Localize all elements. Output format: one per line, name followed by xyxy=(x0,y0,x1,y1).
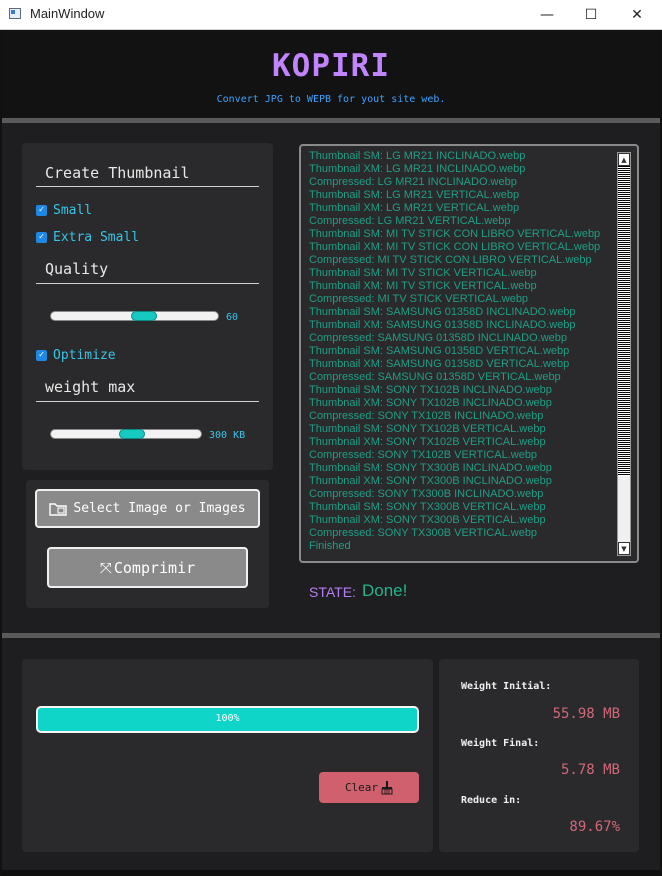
compress-icon: ⤧ xyxy=(99,558,112,577)
app-subtitle: Convert JPG to WEPB for yout site web. xyxy=(216,94,446,105)
weight-divider xyxy=(36,401,259,402)
weight-slider-handle[interactable] xyxy=(119,429,145,439)
minimize-icon: — xyxy=(540,6,554,23)
settings-panel xyxy=(22,143,273,470)
reduce-value: 89.67% xyxy=(569,819,620,835)
log-entry[interactable]: Compressed: SAMSUNG 01358D INCLINADO.web… xyxy=(309,332,609,345)
minimize-button[interactable]: — xyxy=(524,0,570,29)
log-entry[interactable]: Thumbnail SM: SONY TX300B VERTICAL.webp xyxy=(309,501,609,514)
weight-value: 300 KB xyxy=(209,430,246,441)
log-entry[interactable]: Thumbnail XM: SONY TX102B VERTICAL.webp xyxy=(309,436,609,449)
quality-slider-handle[interactable] xyxy=(131,311,157,321)
checkmark-icon: ✓ xyxy=(36,350,47,361)
weight-initial-value: 55.98 MB xyxy=(552,706,620,722)
log-scrollbar[interactable]: ▲ ▼ xyxy=(617,152,631,556)
log-list-box[interactable]: Thumbnail SM: LG MR21 INCLINADO.webp Thum… xyxy=(299,144,639,563)
clear-button[interactable]: Clear xyxy=(319,772,419,803)
broom-icon xyxy=(381,780,393,794)
log-entry[interactable]: Compressed: SONY TX300B INCLINADO.webp xyxy=(309,488,609,501)
log-entry[interactable]: Thumbnail SM: MI TV STICK VERTICAL.webp xyxy=(309,267,609,280)
compress-button[interactable]: ⤧ Comprimir xyxy=(47,547,248,588)
weight-final-label: Weight Final: xyxy=(461,738,540,749)
optimize-checkbox-label: Optimize xyxy=(53,348,116,363)
thumbnail-section-title: Create Thumbnail xyxy=(45,164,190,182)
window-titlebar[interactable]: MainWindow — ☐ ✕ xyxy=(0,0,662,30)
app-window-icon xyxy=(9,8,21,19)
window-title: MainWindow xyxy=(30,6,105,21)
weight-final-value: 5.78 MB xyxy=(560,762,620,778)
maximize-icon: ☐ xyxy=(584,6,598,23)
scroll-up-arrow-icon[interactable]: ▲ xyxy=(618,153,630,166)
log-entry[interactable]: Thumbnail SM: LG MR21 VERTICAL.webp xyxy=(309,189,609,202)
scroll-down-arrow-icon[interactable]: ▼ xyxy=(618,542,630,555)
log-entry[interactable]: Thumbnail SM: SONY TX300B INCLINADO.webp xyxy=(309,462,609,475)
quality-divider xyxy=(36,283,259,284)
log-entry[interactable]: Thumbnail SM: SAMSUNG 01358D VERTICAL.we… xyxy=(309,345,609,358)
maximize-button[interactable]: ☐ xyxy=(568,0,614,29)
select-images-button[interactable]: Select Image or Images xyxy=(35,489,260,528)
log-entry[interactable]: Thumbnail XM: SONY TX300B VERTICAL.webp xyxy=(309,514,609,527)
header: KOPIRI Convert JPG to WEPB for yout site… xyxy=(2,30,660,118)
quality-section-title: Quality xyxy=(45,260,109,278)
log-entry[interactable]: Thumbnail XM: LG MR21 VERTICAL.webp xyxy=(309,202,609,215)
log-entry[interactable]: Thumbnail XM: MI TV STICK CON LIBRO VERT… xyxy=(309,241,609,254)
folder-image-icon xyxy=(49,502,68,516)
extra-small-checkbox[interactable]: ✓ Extra Small xyxy=(36,230,139,245)
log-entry[interactable]: Compressed: LG MR21 VERTICAL.webp xyxy=(309,215,609,228)
log-entry[interactable]: Compressed: SONY TX102B VERTICAL.webp xyxy=(309,449,609,462)
weight-slider[interactable] xyxy=(50,429,202,439)
state-label: STATE: xyxy=(309,584,356,600)
quality-value: 60 xyxy=(226,312,239,323)
log-entry[interactable]: Compressed: MI TV STICK CON LIBRO VERTIC… xyxy=(309,254,609,267)
compress-label: Comprimir xyxy=(113,558,196,577)
log-entry[interactable]: Thumbnail XM: SONY TX300B INCLINADO.webp xyxy=(309,475,609,488)
log-entry[interactable]: Thumbnail XM: SAMSUNG 01358D VERTICAL.we… xyxy=(309,358,609,371)
log-entry[interactable]: Thumbnail XM: SONY TX102B INCLINADO.webp xyxy=(309,397,609,410)
log-entry[interactable]: Compressed: SONY TX300B VERTICAL.webp xyxy=(309,527,609,540)
log-entry[interactable]: Compressed: SONY TX102B INCLINADO.webp xyxy=(309,410,609,423)
close-icon: ✕ xyxy=(631,6,643,23)
small-checkbox[interactable]: ✓ Small xyxy=(36,203,92,218)
log-entry[interactable]: Finished xyxy=(309,540,609,553)
optimize-checkbox[interactable]: ✓ Optimize xyxy=(36,348,116,363)
log-entry[interactable]: Thumbnail SM: MI TV STICK CON LIBRO VERT… xyxy=(309,228,609,241)
weight-initial-label: Weight Initial: xyxy=(461,681,552,692)
app-title: KOPIRI xyxy=(272,48,390,84)
log-entry[interactable]: Compressed: MI TV STICK VERTICAL.webp xyxy=(309,293,609,306)
checkmark-icon: ✓ xyxy=(36,232,47,243)
log-entry[interactable]: Compressed: LG MR21 INCLINADO.webp xyxy=(309,176,609,189)
close-button[interactable]: ✕ xyxy=(614,0,660,29)
weight-section-title: weight max xyxy=(45,378,136,396)
clear-label: Clear xyxy=(344,781,379,794)
progress-text: 100% xyxy=(215,713,240,724)
progress-bar: 100% xyxy=(36,706,419,733)
log-entry[interactable]: Thumbnail SM: LG MR21 INCLINADO.webp xyxy=(309,150,609,163)
quality-slider[interactable] xyxy=(50,311,219,321)
log-entry[interactable]: Thumbnail SM: SONY TX102B VERTICAL.webp xyxy=(309,423,609,436)
reduce-label: Reduce in: xyxy=(461,795,522,806)
thumbnail-divider xyxy=(36,186,259,187)
select-images-label: Select Image or Images xyxy=(73,501,246,516)
progress-panel xyxy=(22,659,433,852)
log-entry[interactable]: Thumbnail XM: LG MR21 INCLINADO.webp xyxy=(309,163,609,176)
state-value: Done! xyxy=(362,581,408,600)
scrollbar-track[interactable] xyxy=(618,166,630,476)
log-list: Thumbnail SM: LG MR21 INCLINADO.webp Thum… xyxy=(309,150,609,553)
log-entry[interactable]: Compressed: SAMSUNG 01358D VERTICAL.webp xyxy=(309,371,609,384)
log-entry[interactable]: Thumbnail SM: SONY TX102B INCLINADO.webp xyxy=(309,384,609,397)
checkmark-icon: ✓ xyxy=(36,205,47,216)
small-checkbox-label: Small xyxy=(53,203,93,218)
log-entry[interactable]: Thumbnail XM: SAMSUNG 01358D INCLINADO.w… xyxy=(309,319,609,332)
log-entry[interactable]: Thumbnail SM: SAMSUNG 01358D INCLINADO.w… xyxy=(309,306,609,319)
extra-small-checkbox-label: Extra Small xyxy=(53,230,140,245)
log-entry[interactable]: Thumbnail XM: MI TV STICK VERTICAL.webp xyxy=(309,280,609,293)
